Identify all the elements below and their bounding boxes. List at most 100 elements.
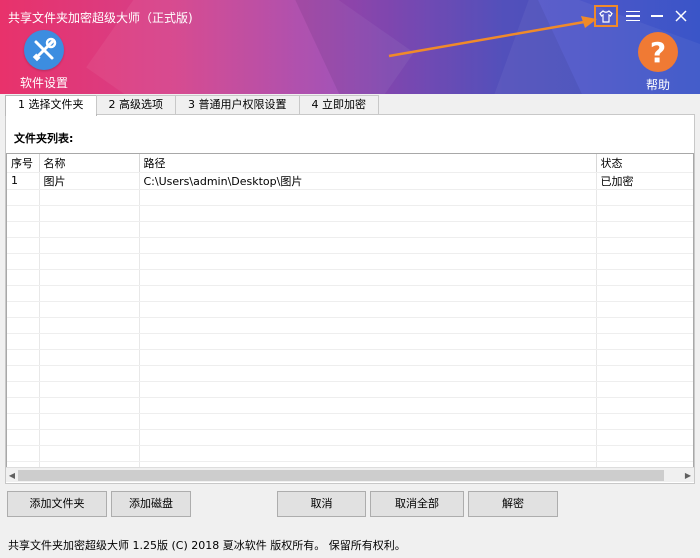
folder-table[interactable]: 序号 名称 路径 状态 1 图片 C:\Users\admin\Desktop\… [6,153,694,482]
empty-cell [139,333,597,350]
tab-select-folder[interactable]: 1 选择文件夹 [5,95,97,116]
column-header-path[interactable]: 路径 [139,154,597,173]
empty-cell [596,253,693,270]
empty-cell [7,349,40,366]
cell-index: 1 [7,172,40,190]
empty-cell [39,397,140,414]
empty-cell [596,205,693,222]
cancel-button[interactable]: 取消 [277,491,366,517]
empty-cell [7,269,40,286]
empty-row [7,429,693,446]
scroll-left-icon[interactable]: ◀ [6,468,18,483]
empty-cell [596,221,693,238]
empty-cell [596,269,693,286]
empty-row [7,301,693,318]
empty-cell [39,317,140,334]
shirt-icon [599,9,613,23]
empty-row [7,285,693,302]
empty-cell [7,189,40,206]
column-header-index[interactable]: 序号 [7,154,40,173]
tab-user-permissions[interactable]: 3 普通用户权限设置 [175,95,300,114]
empty-row [7,413,693,430]
empty-cell [596,381,693,398]
empty-cell [596,413,693,430]
empty-cell [39,413,140,430]
empty-cell [596,237,693,254]
empty-cell [596,301,693,318]
column-header-name[interactable]: 名称 [39,154,140,173]
empty-cell [39,285,140,302]
window-title: 共享文件夹加密超级大师（正式版) [8,11,193,25]
settings-label: 软件设置 [20,76,69,90]
skin-button[interactable] [594,5,618,27]
empty-cell [596,445,693,462]
decrypt-button[interactable]: 解密 [468,491,558,517]
empty-cell [139,269,597,286]
add-disk-button[interactable]: 添加磁盘 [111,491,191,517]
cancel-all-button[interactable]: 取消全部 [370,491,464,517]
horizontal-scrollbar[interactable]: ◀ ▶ [6,467,694,482]
settings-button[interactable]: 软件设置 [20,30,69,91]
empty-row [7,237,693,254]
empty-cell [7,413,40,430]
empty-cell [39,269,140,286]
cell-name: 图片 [39,172,140,190]
empty-row [7,365,693,382]
empty-cell [39,237,140,254]
empty-cell [139,445,597,462]
empty-cell [39,221,140,238]
empty-cell [7,317,40,334]
empty-cell [139,397,597,414]
scrollbar-thumb[interactable] [18,470,664,481]
empty-row [7,189,693,206]
empty-cell [139,285,597,302]
empty-cell [139,317,597,334]
empty-cell [139,301,597,318]
empty-row [7,349,693,366]
empty-cell [139,253,597,270]
empty-cell [139,221,597,238]
empty-cell [39,253,140,270]
window-controls [594,5,690,27]
table-header-row: 序号 名称 路径 状态 [7,154,693,173]
empty-row [7,221,693,238]
cell-status: 已加密 [596,172,693,190]
help-button[interactable]: ? 帮助 [636,32,680,93]
empty-row [7,205,693,222]
empty-cell [7,365,40,382]
status-bar: 共享文件夹加密超级大师 1.25版 (C) 2018 夏冰软件 版权所有。 保留… [8,539,406,552]
close-icon [675,10,687,22]
table-row[interactable]: 1 图片 C:\Users\admin\Desktop\图片 已加密 [7,172,693,190]
empty-cell [596,365,693,382]
empty-cell [39,429,140,446]
menu-icon [626,10,640,22]
empty-row [7,317,693,334]
empty-row [7,333,693,350]
empty-cell [139,429,597,446]
empty-row [7,381,693,398]
empty-cell [39,333,140,350]
empty-cell [139,349,597,366]
empty-cell [7,445,40,462]
minimize-icon [651,15,663,17]
empty-cell [7,285,40,302]
tab-encrypt-now[interactable]: 4 立即加密 [298,95,379,114]
empty-cell [596,333,693,350]
empty-cell [39,189,140,206]
column-header-status[interactable]: 状态 [596,154,693,173]
minimize-button[interactable] [648,7,666,25]
annotation-arrow [388,16,597,58]
empty-row [7,253,693,270]
empty-cell [39,301,140,318]
empty-cell [39,205,140,222]
scroll-right-icon[interactable]: ▶ [682,468,694,483]
wrench-screwdriver-icon [32,37,57,62]
empty-cell [7,333,40,350]
close-button[interactable] [672,7,690,25]
menu-button[interactable] [624,7,642,25]
tab-advanced-options[interactable]: 2 高级选项 [95,95,176,114]
empty-row [7,397,693,414]
add-folder-button[interactable]: 添加文件夹 [7,491,107,517]
empty-cell [596,349,693,366]
empty-cell [596,189,693,206]
